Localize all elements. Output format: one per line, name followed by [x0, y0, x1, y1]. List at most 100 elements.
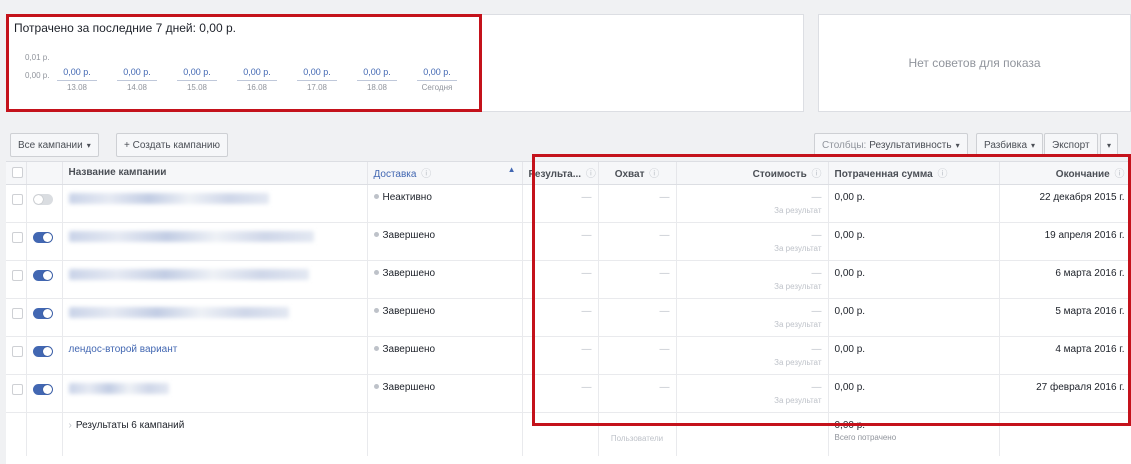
campaign-toggle[interactable]: [32, 269, 53, 281]
table-row[interactable]: Неактивно — — — За результат 0,00 р. 22 д…: [6, 184, 1131, 223]
columns-dropdown[interactable]: Столбцы: Результативность ▾: [814, 133, 968, 157]
total-cost: —: [811, 419, 822, 431]
expand-icon[interactable]: ›: [69, 420, 72, 431]
header-cost[interactable]: Стоимость ⓘ: [676, 162, 829, 185]
cost-sub-label: За результат: [774, 319, 822, 329]
end-date: 4 марта 2016 г.: [1055, 343, 1125, 355]
cost-sub-label: За результат: [774, 395, 822, 405]
day-value: 0,00 р.: [297, 67, 337, 81]
header-spent[interactable]: Потраченная сумма ⓘ: [828, 162, 1000, 185]
reach-value: —: [659, 267, 670, 279]
totals-label: Результаты 6 кампаний: [75, 419, 185, 431]
header-spent-label: Потраченная сумма: [834, 169, 933, 181]
row-checkbox[interactable]: [12, 307, 23, 319]
header-name[interactable]: Название кампании: [62, 162, 368, 185]
end-date: 19 апреля 2016 г.: [1044, 229, 1125, 241]
info-icon: ⓘ: [811, 169, 822, 181]
day-value: 0,00 р.: [237, 67, 277, 81]
toggle-knob: [33, 194, 43, 204]
row-checkbox[interactable]: [12, 231, 23, 243]
status-dot-icon: [373, 346, 379, 352]
campaign-name-redacted[interactable]: [68, 268, 309, 280]
chevron-down-icon: ▾: [1031, 140, 1036, 150]
total-reach-sub: Пользователи: [610, 433, 664, 443]
results-value: —: [581, 343, 592, 355]
row-checkbox[interactable]: [12, 383, 23, 395]
table-header-row: Название кампании Доставка ⓘ ▲ Результа.…: [6, 162, 1131, 185]
results-value: —: [581, 191, 592, 203]
row-checkbox[interactable]: [12, 345, 23, 357]
day-column: 0,00 р. 16.08: [237, 67, 277, 92]
campaign-toggle[interactable]: [32, 383, 53, 395]
cost-sub-label: За результат: [774, 243, 822, 253]
breakdown-label: Разбивка: [984, 139, 1028, 151]
campaign-name-redacted[interactable]: [68, 382, 169, 394]
day-column: 0,00 р. 18.08: [357, 67, 397, 92]
reach-value: —: [659, 305, 670, 317]
day-date: Сегодня: [421, 83, 453, 92]
total-spent-sub: Всего потрачено: [834, 432, 897, 442]
all-campaigns-dropdown[interactable]: Все кампании ▾: [10, 133, 99, 157]
select-all-checkbox[interactable]: [12, 166, 23, 178]
table-row[interactable]: лендос-второй вариант Завершено — — — За …: [6, 336, 1131, 375]
day-value: 0,00 р.: [357, 67, 397, 81]
spent-value: 0,00 р.: [834, 343, 866, 355]
info-icon: ⓘ: [1114, 169, 1125, 181]
create-campaign-button[interactable]: + Создать кампанию: [116, 133, 229, 157]
total-results: —: [581, 419, 592, 431]
header-end[interactable]: Окончание ⓘ: [999, 162, 1131, 185]
header-reach[interactable]: Охват ⓘ: [598, 162, 677, 185]
delivery-status: Завершено: [382, 381, 436, 393]
status-dot-icon: [373, 232, 379, 238]
end-date: 6 марта 2016 г.: [1055, 267, 1125, 279]
campaign-table: Название кампании Доставка ⓘ ▲ Результа.…: [6, 161, 1131, 464]
header-reach-label: Охват: [614, 169, 645, 181]
results-value: —: [581, 229, 592, 241]
day-value: 0,00 р.: [57, 67, 97, 81]
end-date: 22 декабря 2015 г.: [1039, 191, 1125, 203]
toggle-knob: [42, 346, 52, 356]
columns-value: Результативность: [869, 139, 952, 151]
breakdown-dropdown[interactable]: Разбивка ▾: [976, 133, 1044, 157]
table-row[interactable]: Завершено — — — За результат 0,00 р. 5 ма…: [6, 298, 1131, 337]
header-cost-label: Стоимость: [752, 169, 807, 181]
day-column: 0,00 р. 14.08: [117, 67, 157, 92]
row-checkbox[interactable]: [12, 269, 23, 281]
header-delivery[interactable]: Доставка ⓘ ▲: [367, 162, 523, 185]
campaign-toggle[interactable]: [32, 231, 53, 243]
campaign-toggle[interactable]: [32, 307, 53, 319]
total-reach: —: [632, 419, 642, 431]
day-value: 0,00 р.: [177, 67, 217, 81]
spent-value: 0,00 р.: [834, 267, 866, 279]
campaign-toggle[interactable]: [32, 345, 53, 357]
campaign-name-redacted[interactable]: [68, 192, 269, 204]
header-results[interactable]: Результа... ⓘ: [522, 162, 599, 185]
campaign-toggle[interactable]: [32, 193, 53, 205]
table-row[interactable]: Завершено — — — За результат 0,00 р. 6 ма…: [6, 260, 1131, 299]
cost-value: —: [811, 267, 822, 279]
export-dropdown[interactable]: ▾: [1100, 133, 1119, 157]
tips-panel: Нет советов для показа: [818, 14, 1131, 112]
campaign-name-link[interactable]: лендос-второй вариант: [69, 344, 178, 355]
chevron-down-icon: ▾: [1107, 140, 1112, 150]
export-button[interactable]: Экспорт: [1044, 133, 1098, 157]
y-tick-top: 0,01 р.: [25, 53, 50, 62]
spent-value: 0,00 р.: [834, 305, 866, 317]
chevron-down-icon: ▾: [86, 140, 91, 150]
header-name-label: Название кампании: [68, 167, 167, 179]
cost-value: —: [811, 229, 822, 241]
cost-value: —: [811, 343, 822, 355]
table-row[interactable]: Завершено — — — За результат 0,00 р. 19 а…: [6, 222, 1131, 261]
info-icon: ⓘ: [421, 169, 432, 181]
row-checkbox[interactable]: [12, 193, 23, 205]
delivery-status: Неактивно: [382, 191, 432, 203]
campaign-name-redacted[interactable]: [68, 230, 314, 242]
cost-sub-label: За результат: [774, 357, 822, 367]
chevron-down-icon: ▾: [955, 140, 960, 150]
table-row[interactable]: Завершено — — — За результат 0,00 р. 27 ф…: [6, 374, 1131, 413]
info-icon: ⓘ: [649, 169, 660, 181]
header-results-label: Результа...: [528, 169, 582, 181]
day-date: 16.08: [246, 83, 268, 92]
spent-value: 0,00 р.: [834, 381, 866, 393]
campaign-name-redacted[interactable]: [68, 306, 289, 318]
